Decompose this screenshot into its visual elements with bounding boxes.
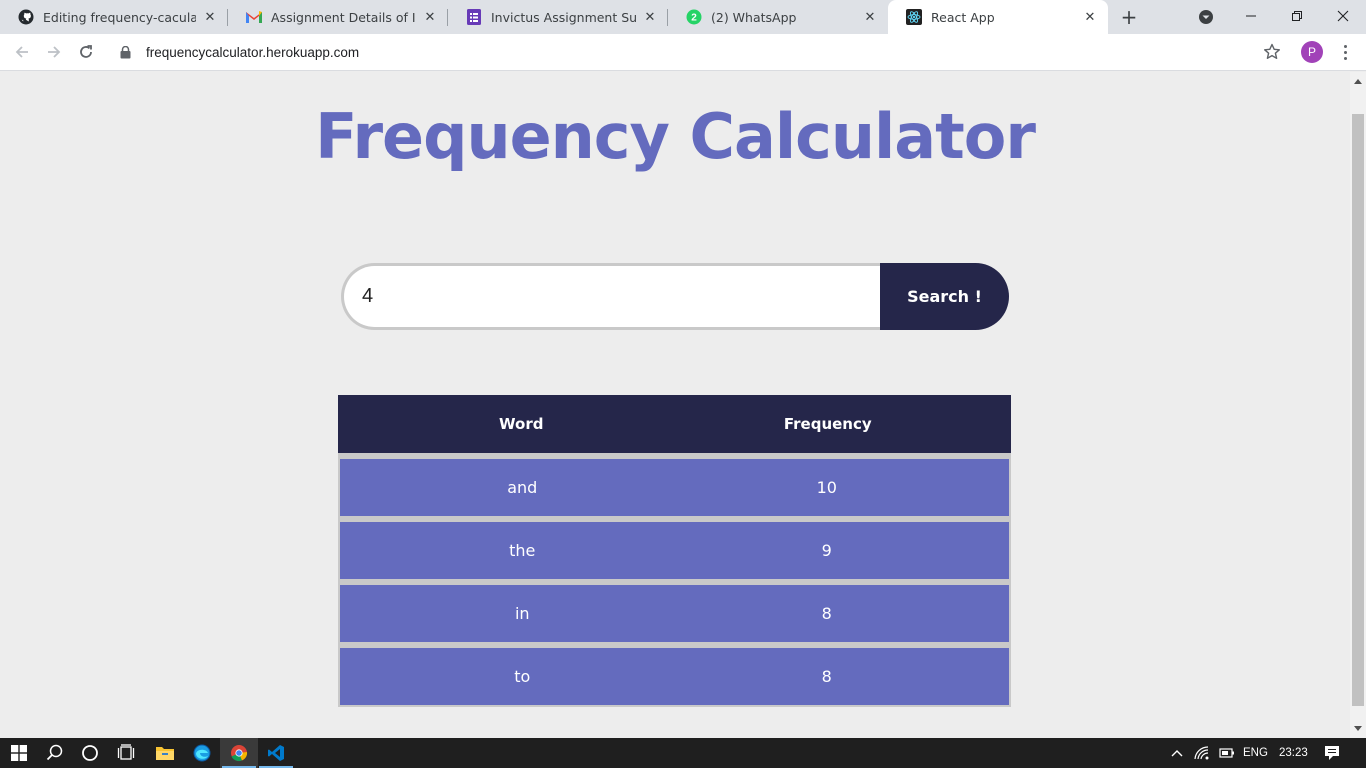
scroll-down-arrow-icon[interactable] (1353, 724, 1363, 734)
clock[interactable]: 23:23 (1279, 738, 1308, 768)
column-header-word: Word (499, 415, 544, 433)
minimize-icon (1246, 15, 1256, 17)
folder-icon (156, 747, 174, 760)
frequency-cell: 9 (821, 541, 832, 560)
word-cell: the (509, 541, 536, 560)
tab-forms[interactable]: Invictus Assignment Submissi ✕ (448, 0, 668, 34)
new-tab-button[interactable]: + (1117, 5, 1141, 29)
word-cell: and (507, 478, 538, 497)
search-button[interactable] (36, 738, 74, 768)
page-title: Frequency Calculator (315, 100, 1036, 173)
edge-icon (193, 744, 211, 762)
edge-button[interactable] (183, 738, 221, 768)
whatsapp-icon: 2 (686, 9, 702, 25)
chevron-up-icon (1171, 750, 1183, 757)
tab-title: Editing frequency-caculator/F (43, 9, 196, 25)
vertical-scrollbar[interactable] (1350, 72, 1366, 738)
bookmark-star-button[interactable] (1262, 42, 1282, 62)
search-icon (46, 744, 63, 761)
tab-title: Assignment Details of Invictu (271, 9, 416, 25)
vscode-icon (268, 745, 284, 761)
tab-title: React App (931, 9, 995, 25)
tab-title: (2) WhatsApp (711, 9, 797, 25)
close-icon[interactable]: ✕ (1082, 9, 1098, 25)
battery-button[interactable] (1214, 738, 1240, 768)
minimize-button[interactable] (1228, 0, 1274, 32)
start-button[interactable] (0, 738, 38, 768)
profile-avatar[interactable]: P (1301, 41, 1323, 63)
window-close-button[interactable] (1320, 0, 1366, 32)
tab-gmail[interactable]: Assignment Details of Invictu ✕ (228, 0, 448, 34)
close-icon[interactable]: ✕ (862, 9, 878, 25)
search-form: Search ! (341, 263, 1009, 330)
word-cell: to (514, 667, 531, 686)
windows-icon (11, 745, 27, 761)
table-header: Word Frequency (338, 395, 1011, 453)
wifi-icon (1194, 746, 1209, 760)
action-center-button[interactable] (1314, 738, 1350, 768)
address-bar[interactable]: frequencycalculator.herokuapp.com (110, 37, 1296, 67)
windows-taskbar: ENG 23:23 (0, 738, 1366, 768)
back-button[interactable] (10, 40, 34, 64)
forms-icon (466, 9, 482, 25)
browser-menu-button[interactable] (1335, 42, 1355, 62)
chevron-down-icon (1199, 10, 1213, 24)
cortana-button[interactable] (71, 738, 109, 768)
frequency-cell: 8 (821, 667, 832, 686)
page-viewport: Frequency Calculator Search ! Word Frequ… (0, 72, 1350, 738)
frequency-cell: 8 (821, 604, 832, 623)
column-header-frequency: Frequency (783, 415, 872, 433)
restore-button[interactable] (1274, 0, 1320, 32)
gmail-icon (246, 9, 262, 25)
svg-text:2: 2 (691, 13, 697, 24)
scroll-up-arrow-icon[interactable] (1353, 76, 1363, 86)
reload-button[interactable] (74, 40, 98, 64)
cortana-circle-icon (82, 745, 98, 761)
table-row: the 9 (340, 522, 1009, 579)
task-view-icon (117, 744, 135, 760)
star-icon (1264, 43, 1280, 59)
react-icon (906, 9, 922, 25)
github-icon (18, 9, 34, 25)
file-explorer-button[interactable] (146, 738, 184, 768)
chrome-icon (231, 745, 248, 762)
task-view-button[interactable] (107, 738, 145, 768)
chrome-button[interactable] (220, 738, 258, 768)
tab-react-app[interactable]: React App ✕ (888, 0, 1108, 34)
tab-github[interactable]: Editing frequency-caculator/F ✕ (0, 0, 228, 34)
table-row: and 10 (340, 459, 1009, 516)
tab-whatsapp[interactable]: 2 (2) WhatsApp ✕ (668, 0, 888, 34)
close-icon[interactable]: ✕ (642, 9, 658, 25)
frequency-table: Word Frequency and 10 the 9 in 8 to 8 (338, 395, 1011, 707)
tab-title: Invictus Assignment Submissi (491, 9, 636, 25)
close-icon (1337, 10, 1349, 22)
vscode-button[interactable] (257, 738, 295, 768)
tab-search-button[interactable] (1196, 8, 1216, 26)
arrow-left-icon (15, 46, 28, 58)
search-button[interactable]: Search ! (880, 263, 1009, 330)
restore-icon (1292, 11, 1302, 21)
table-row: to 8 (340, 648, 1009, 705)
word-cell: in (514, 604, 530, 623)
search-input[interactable] (341, 263, 881, 330)
forward-button[interactable] (42, 40, 66, 64)
reload-icon (80, 45, 92, 58)
browser-toolbar: frequencycalculator.herokuapp.com P (0, 34, 1366, 71)
scrollbar-thumb[interactable] (1352, 114, 1364, 706)
language-indicator[interactable]: ENG (1243, 738, 1268, 768)
notification-icon (1325, 746, 1339, 760)
arrow-right-icon (48, 46, 61, 58)
close-icon[interactable]: ✕ (422, 9, 438, 25)
battery-icon (1219, 748, 1234, 758)
url-text: frequencycalculator.herokuapp.com (146, 44, 360, 60)
network-button[interactable] (1188, 738, 1216, 768)
close-icon[interactable]: ✕ (202, 9, 218, 25)
table-row: in 8 (340, 585, 1009, 642)
frequency-cell: 10 (816, 478, 837, 497)
browser-tab-strip: Editing frequency-caculator/F ✕ Assignme… (0, 0, 1366, 34)
lock-icon (120, 45, 134, 59)
